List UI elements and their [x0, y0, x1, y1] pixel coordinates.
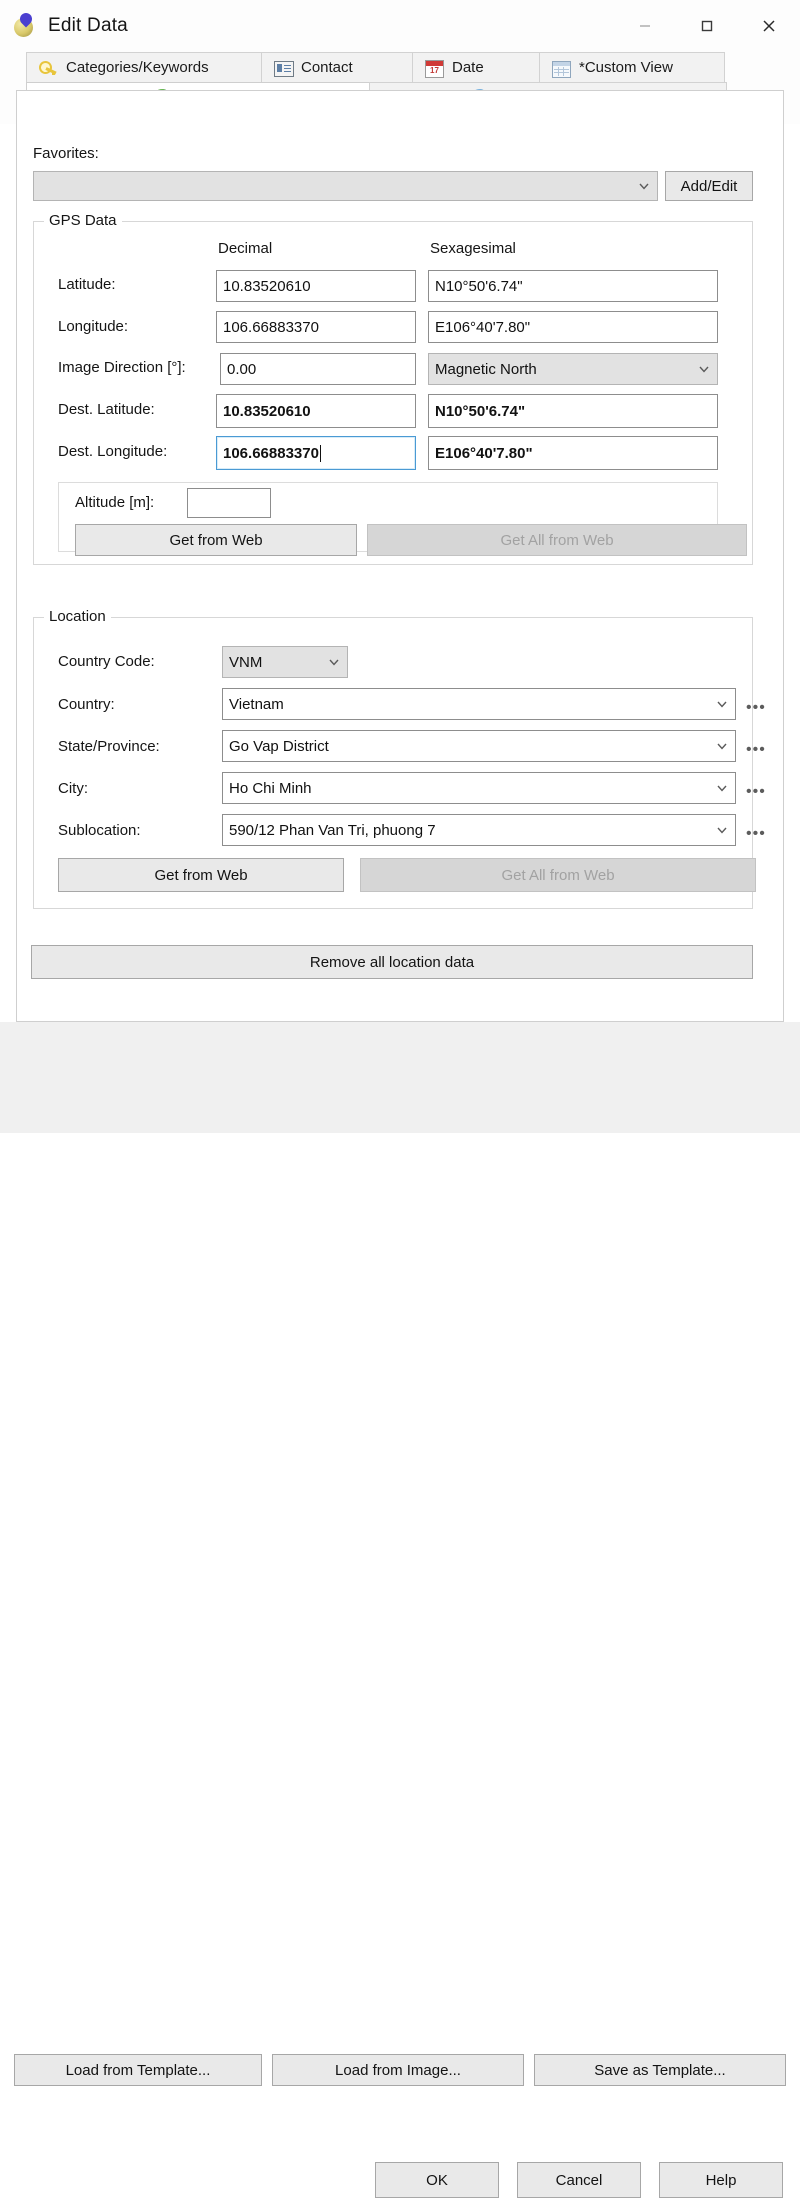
chevron-down-icon [715, 823, 729, 837]
dest-longitude-label: Dest. Longitude: [58, 443, 168, 460]
city-label: City: [58, 780, 88, 797]
location-group: Location Country Code: VNM Country: Viet… [33, 608, 765, 909]
close-button[interactable] [738, 0, 800, 52]
tab-date[interactable]: 17 Date [412, 52, 540, 82]
tab-label: Contact [301, 59, 353, 76]
sublocation-value: 590/12 Phan Van Tri, phuong 7 [229, 821, 436, 839]
image-direction-input[interactable]: 0.00 [220, 353, 416, 385]
gps-data-group: GPS Data Decimal Sexagesimal Latitude: 1… [33, 212, 753, 565]
dest-longitude-sexagesimal-input[interactable]: E106°40'7.80" [428, 436, 718, 470]
country-value: Vietnam [229, 695, 284, 713]
favorites-label: Favorites: [33, 145, 99, 162]
latitude-decimal-input[interactable]: 10.83520610 [216, 270, 416, 302]
chevron-down-icon [715, 697, 729, 711]
calendar-icon: 17 [425, 59, 444, 78]
template-button-bar: Load from Template... Load from Image...… [0, 1022, 800, 2086]
contact-card-icon [274, 59, 294, 77]
gps-get-from-web-button[interactable]: Get from Web [75, 524, 357, 556]
tab-label: Categories/Keywords [66, 59, 209, 76]
dest-latitude-decimal-input[interactable]: 10.83520610 [216, 394, 416, 428]
tab-label: Date [452, 59, 484, 76]
country-code-label: Country Code: [58, 653, 155, 670]
chevron-down-icon [715, 739, 729, 753]
image-direction-reference-combo[interactable]: Magnetic North [428, 353, 718, 385]
dest-longitude-decimal-input[interactable]: 106.66883370 [216, 436, 416, 470]
save-as-template-button[interactable]: Save as Template... [534, 2054, 786, 2086]
tab-categories-keywords[interactable]: Categories/Keywords [26, 52, 262, 82]
longitude-label: Longitude: [58, 318, 129, 335]
location-group-title: Location [44, 608, 111, 625]
favorites-combo[interactable] [33, 171, 658, 201]
country-code-value: VNM [229, 653, 263, 671]
cancel-button[interactable]: Cancel [517, 2162, 641, 2198]
remove-all-location-data-button[interactable]: Remove all location data [31, 945, 753, 979]
dialog-button-bar: OK Cancel Help [0, 1077, 800, 2198]
country-code-combo[interactable]: VNM [222, 646, 348, 678]
chevron-down-icon [637, 179, 651, 193]
window-title: Edit Data [48, 15, 128, 36]
city-value: Ho Chi Minh [229, 779, 312, 797]
tab-label: *Custom View [579, 59, 673, 76]
city-browse-button[interactable]: ••• [746, 784, 766, 800]
gps-data-group-title: GPS Data [44, 212, 122, 229]
city-combo[interactable]: Ho Chi Minh [222, 772, 736, 804]
latitude-sexagesimal-input[interactable]: N10°50'6.74" [428, 270, 718, 302]
altitude-web-panel: Altitude [m]: Get from Web Get All from … [58, 482, 747, 556]
state-province-label: State/Province: [58, 738, 160, 755]
country-browse-button[interactable]: ••• [746, 700, 766, 716]
tab-contact[interactable]: Contact [261, 52, 413, 82]
gps-get-all-from-web-button: Get All from Web [367, 524, 747, 556]
sublocation-browse-button[interactable]: ••• [746, 826, 766, 842]
help-button[interactable]: Help [659, 2162, 783, 2198]
window-controls [614, 0, 800, 52]
location-get-all-from-web-button: Get All from Web [360, 858, 756, 892]
pin-globe-icon [12, 10, 38, 39]
country-combo[interactable]: Vietnam [222, 688, 736, 720]
image-direction-label: Image Direction [°]: [58, 359, 186, 376]
sublocation-label: Sublocation: [58, 822, 141, 839]
dest-latitude-label: Dest. Latitude: [58, 401, 155, 418]
location-get-from-web-button[interactable]: Get from Web [58, 858, 344, 892]
load-from-template-button[interactable]: Load from Template... [14, 2054, 262, 2086]
sublocation-combo[interactable]: 590/12 Phan Van Tri, phuong 7 [222, 814, 736, 846]
key-icon [37, 58, 57, 77]
chevron-down-icon [327, 655, 341, 669]
longitude-decimal-input[interactable]: 106.66883370 [216, 311, 416, 343]
state-province-browse-button[interactable]: ••• [746, 742, 766, 758]
latitude-label: Latitude: [58, 276, 116, 293]
load-from-image-button[interactable]: Load from Image... [272, 2054, 524, 2086]
altitude-input[interactable] [187, 488, 271, 518]
chevron-down-icon [715, 781, 729, 795]
country-label: Country: [58, 696, 115, 713]
dest-latitude-sexagesimal-input[interactable]: N10°50'6.74" [428, 394, 718, 428]
maximize-button[interactable] [676, 0, 738, 52]
tab-row-primary: Categories/Keywords Contact 17 Date *Cus… [26, 52, 725, 82]
gps-decimal-header: Decimal [218, 240, 273, 257]
chevron-down-icon [697, 362, 711, 376]
minimize-button[interactable] [614, 0, 676, 52]
location-tab-page: Favorites: Add/Edit GPS Data Decimal Sex… [16, 90, 784, 1022]
favorites-add-edit-button[interactable]: Add/Edit [665, 171, 753, 201]
ok-button[interactable]: OK [375, 2162, 499, 2198]
longitude-sexagesimal-input[interactable]: E106°40'7.80" [428, 311, 718, 343]
gps-sexagesimal-header: Sexagesimal [430, 240, 516, 257]
state-province-value: Go Vap District [229, 737, 329, 755]
state-province-combo[interactable]: Go Vap District [222, 730, 736, 762]
title-bar: Edit Data [0, 0, 800, 52]
dest-longitude-decimal-value: 106.66883370 [223, 444, 319, 462]
altitude-label: Altitude [m]: [75, 494, 155, 511]
grid-icon [552, 59, 571, 78]
tab-custom-view[interactable]: *Custom View [539, 52, 725, 82]
text-cursor [319, 444, 321, 462]
image-direction-reference-value: Magnetic North [435, 360, 537, 378]
